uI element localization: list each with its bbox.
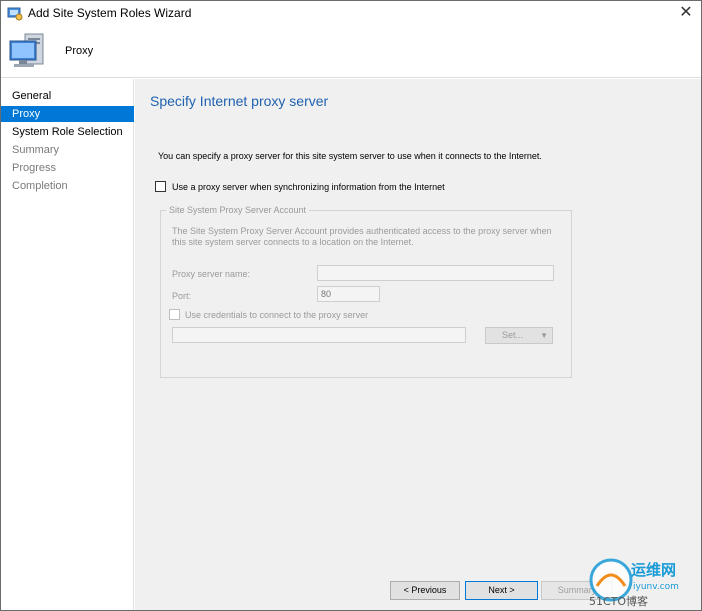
use-proxy-checkbox[interactable] <box>155 181 166 192</box>
window-title: Add Site System Roles Wizard <box>28 6 192 20</box>
proxy-account-group: Site System Proxy Server Account The Sit… <box>160 205 572 378</box>
use-credentials-checkbox[interactable] <box>169 309 180 320</box>
previous-button[interactable]: < Previous <box>390 581 460 600</box>
intro-text: You can specify a proxy server for this … <box>158 151 542 161</box>
group-description-line1: The Site System Proxy Server Account pro… <box>172 226 552 236</box>
port-label: Port: <box>172 291 192 301</box>
nav-item-progress: Progress <box>12 162 57 174</box>
nav-item-summary: Summary <box>12 144 60 156</box>
computer-monitor-icon <box>7 30 51 74</box>
group-description-line2: this site system server connects to a lo… <box>172 237 414 247</box>
nav-item-proxy[interactable]: Proxy <box>1 106 134 122</box>
set-button-label: Set... <box>502 330 524 340</box>
group-title: Site System Proxy Server Account <box>166 205 310 215</box>
nav-item-system-role-selection[interactable]: System Role Selection <box>1 124 134 140</box>
proxy-server-name-input[interactable] <box>317 265 554 281</box>
watermark-line1: 运维网 <box>631 561 676 579</box>
header-title: Proxy <box>65 45 94 57</box>
use-credentials-label[interactable]: Use credentials to connect to the proxy … <box>185 310 368 321</box>
next-button[interactable]: Next > <box>465 581 538 600</box>
proxy-account-field[interactable] <box>172 327 466 343</box>
nav-item-completion: Completion <box>12 180 68 192</box>
page-heading: Specify Internet proxy server <box>150 93 329 109</box>
use-proxy-label[interactable]: Use a proxy server when synchronizing in… <box>172 182 445 192</box>
port-input[interactable]: 80 <box>317 286 380 302</box>
wizard-app-icon <box>7 5 23 21</box>
wizard-header: Proxy <box>1 25 701 78</box>
wizard-window: Add Site System Roles Wizard ✕ Proxy Gen… <box>0 0 702 611</box>
wizard-navigation: General Proxy System Role Selection Summ… <box>1 79 134 610</box>
set-account-button[interactable]: Set... ▼ <box>485 327 553 344</box>
nav-item-general[interactable]: General <box>1 88 134 104</box>
watermark-line2: iyunv.com <box>633 582 679 592</box>
title-bar: Add Site System Roles Wizard ✕ <box>1 1 701 25</box>
wizard-page: Specify Internet proxy server You can sp… <box>135 79 701 579</box>
watermark: 运维网 iyunv.com 51CTO博客 <box>587 556 699 608</box>
close-button[interactable]: ✕ <box>671 1 701 25</box>
watermark-line3: 51CTO博客 <box>589 594 648 608</box>
proxy-server-name-label: Proxy server name: <box>172 269 251 279</box>
dropdown-arrow-icon: ▼ <box>540 331 548 340</box>
